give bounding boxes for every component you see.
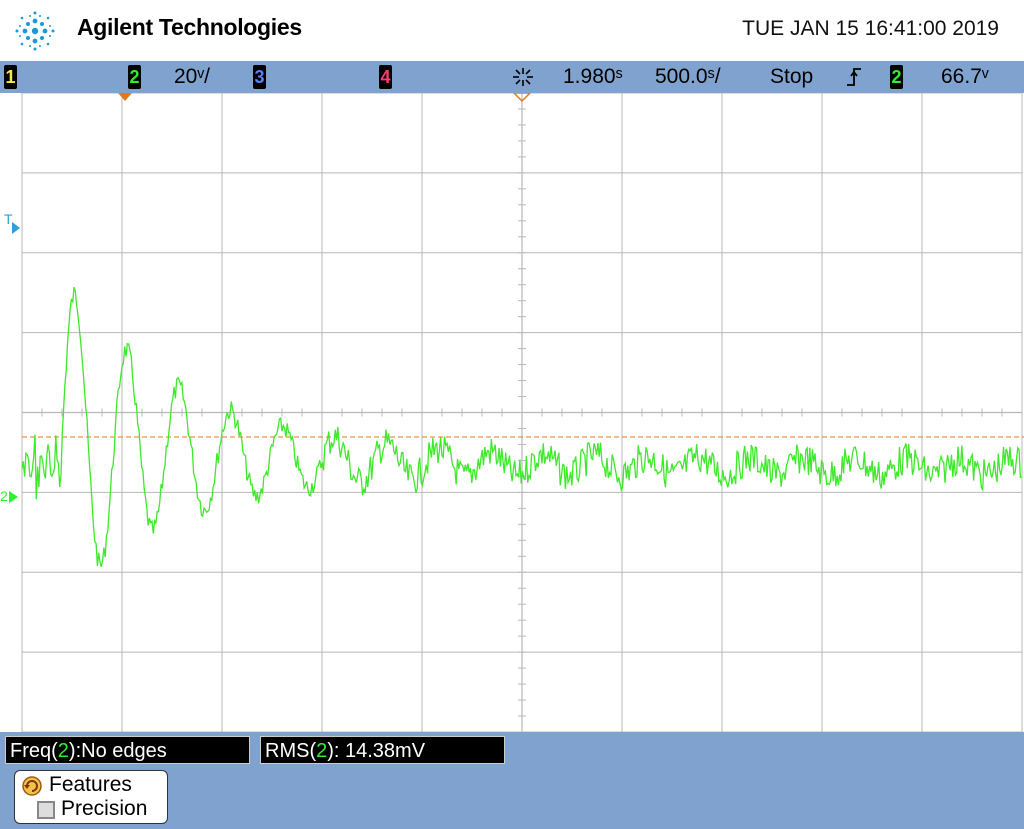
rms-measurement[interactable]: RMS(2): 14.38mV [260,736,505,764]
trigger-level: 66.7ᵛ [941,65,989,88]
channel-1-indicator[interactable]: 1 [4,65,17,89]
status-bar: 1 2 20ᵛ/ 3 4 1.980ˢ 500.0ˢ/ Stop 2 66.7ᵛ [0,61,1024,93]
trigger-level-marker-label: T [4,211,13,227]
freq-measurement[interactable]: Freq(2):No edges [5,736,250,764]
time-scale: 500.0ˢ/ [655,65,721,88]
channel-2-indicator[interactable]: 2 [128,65,141,89]
channel-4-indicator[interactable]: 4 [379,65,392,89]
date-time: TUE JAN 15 16:41:00 2019 [742,17,999,40]
rms-label: RMS( [265,740,317,762]
rms-value: ): 14.38mV [327,740,426,762]
features-softkey[interactable]: Features Precision [14,770,168,824]
trigger-source-indicator[interactable]: 2 [890,65,903,89]
channel-3-indicator[interactable]: 3 [253,65,266,89]
channel-2-position-marker[interactable] [118,93,132,101]
channel-2-ground-marker[interactable] [9,491,18,503]
rms-channel: 2 [316,740,328,762]
agilent-spark-logo [15,11,55,51]
rotate-arrow-icon [22,776,42,796]
run-state: Stop [770,65,814,88]
freq-label: Freq( [10,740,58,762]
precision-label: Precision [61,797,148,820]
measurement-panel: Freq(2):No edges RMS(2): 14.38mV Feature… [0,732,1024,829]
waveform-display: T 2 [0,92,1024,733]
horizontal-delay-icon [513,68,533,86]
freq-channel: 2 [57,740,69,762]
features-label: Features [49,773,132,796]
brand-name: Agilent Technologies [77,14,302,40]
channel-2-scale: 20ᵛ/ [174,65,210,88]
grid-lines [21,92,1023,733]
freq-value: ):No edges [68,740,167,762]
checkbox-icon[interactable] [37,801,55,819]
trigger-level-marker[interactable] [12,222,20,234]
channel-2-ground-label: 2 [0,488,8,504]
time-delay: 1.980ˢ [563,65,623,88]
graticule: T 2 [0,92,1024,733]
header-bar: Agilent Technologies TUE JAN 15 16:41:00… [0,0,1024,61]
rising-edge-trigger-icon [847,68,861,86]
